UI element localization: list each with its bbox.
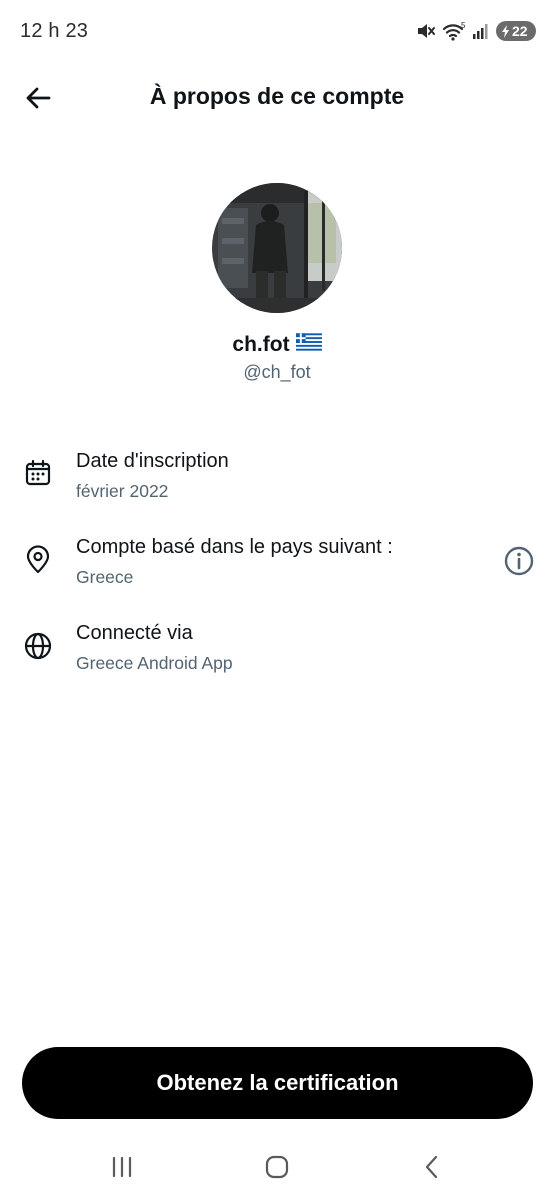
connected-via-row: Connecté via Greece Android App (0, 620, 554, 690)
country-row: Compte basé dans le pays suivant : Greec… (0, 534, 554, 604)
avatar[interactable] (212, 183, 342, 313)
recents-icon (112, 1156, 132, 1178)
user-handle: @ch_fot (243, 362, 311, 382)
back-nav-icon (425, 1155, 438, 1179)
battery-icon: 22 (496, 21, 536, 41)
location-pin-icon (26, 545, 50, 574)
recents-button[interactable] (102, 1152, 142, 1182)
greek-flag-icon (295, 333, 322, 357)
display-name: ch.fot (0, 333, 554, 357)
svg-text:5: 5 (461, 21, 466, 30)
calendar-icon (25, 459, 51, 486)
display-name-text: ch.fot (232, 333, 290, 356)
join-date-value: février 2022 (76, 481, 169, 501)
join-date-label: Date d'inscription (76, 450, 229, 472)
join-date-row: Date d'inscription février 2022 (0, 448, 554, 518)
connected-via-label: Connecté via (76, 622, 193, 644)
page-title: À propos de ce compte (149, 83, 405, 109)
country-value: Greece (76, 567, 134, 587)
get-verified-button[interactable]: Obtenez la certification (22, 1047, 533, 1119)
status-bar: 12 h 23 5 22 (0, 0, 554, 62)
country-label: Compte basé dans le pays suivant : (76, 536, 393, 558)
info-icon[interactable] (502, 544, 536, 578)
mute-icon (416, 21, 436, 41)
top-app-bar: À propos de ce compte (0, 62, 554, 132)
status-icons: 5 22 (416, 20, 536, 42)
status-time: 12 h 23 (20, 20, 89, 42)
wifi-icon: 5 (442, 21, 466, 41)
battery-level: 22 (512, 23, 528, 39)
home-button[interactable] (257, 1152, 297, 1182)
back-nav-button[interactable] (412, 1152, 452, 1182)
globe-icon (24, 632, 52, 660)
signal-icon (472, 22, 490, 40)
home-icon (265, 1155, 289, 1179)
system-nav-bar (0, 1138, 554, 1200)
connected-via-value: Greece Android App (76, 653, 233, 673)
